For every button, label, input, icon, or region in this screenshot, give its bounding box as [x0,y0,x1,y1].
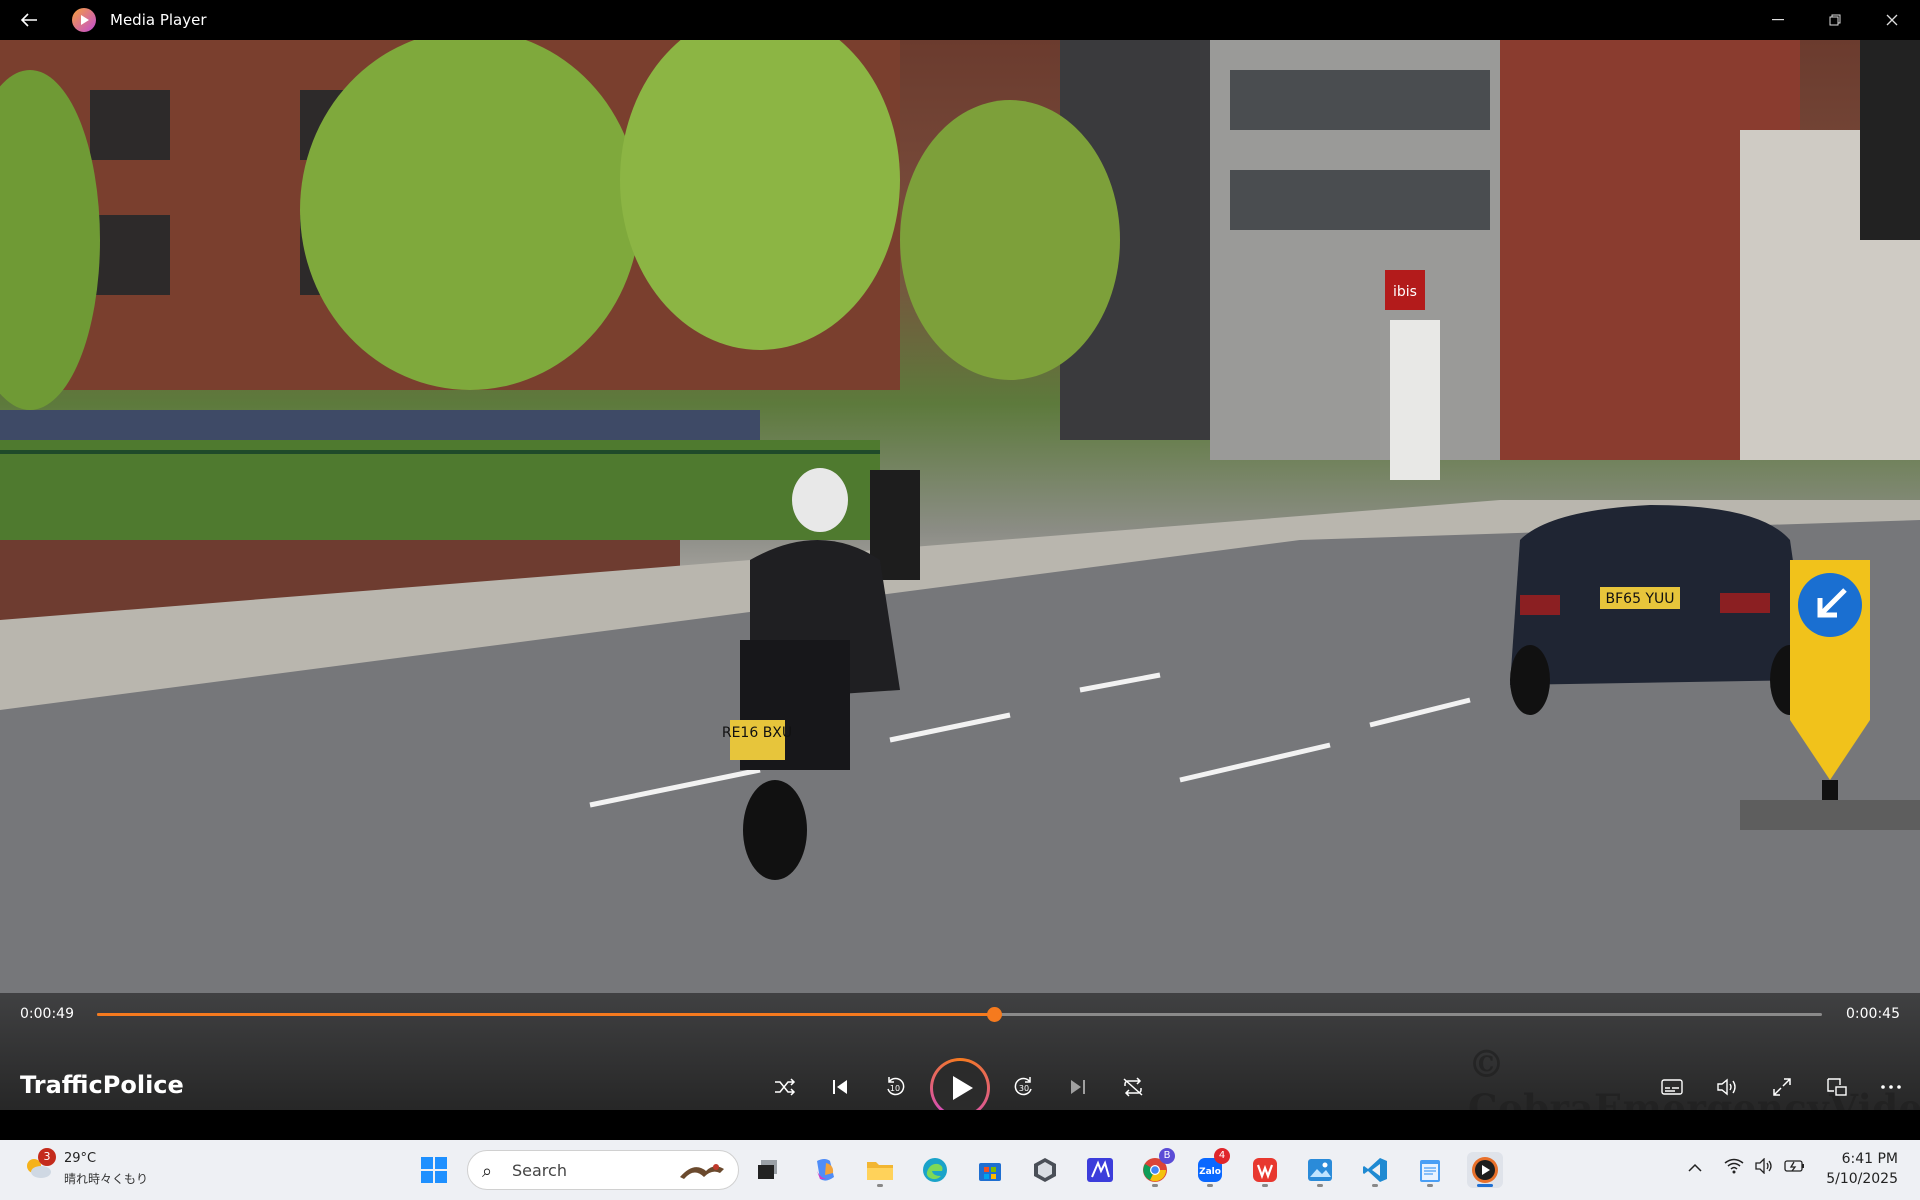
search-box[interactable]: ⌕ Search [467,1150,739,1190]
forward-30-icon[interactable]: 30 [1006,1069,1042,1105]
more-icon[interactable] [1873,1069,1909,1105]
store-icon[interactable] [972,1152,1008,1188]
blue-app-icon[interactable] [1082,1152,1118,1188]
search-placeholder: Search [512,1161,567,1180]
minimize-icon[interactable] [1749,0,1806,40]
repeat-icon[interactable] [1115,1069,1151,1105]
wps-icon[interactable] [1247,1152,1283,1188]
seek-bar[interactable] [97,1013,1822,1016]
speaker-icon[interactable] [1754,1157,1774,1178]
running-indicator [1317,1184,1323,1187]
svg-text:Zalo: Zalo [1199,1167,1221,1177]
photos-icon[interactable] [1302,1152,1338,1188]
media-player-app-icon [72,8,96,32]
chrome-icon[interactable]: B [1137,1148,1175,1188]
subtitles-icon[interactable] [1654,1069,1690,1105]
media-title: TrafficPolice [20,1071,184,1099]
close-icon[interactable] [1863,0,1920,40]
total-time: 0:00:45 [1846,1006,1900,1022]
previous-icon[interactable] [822,1069,858,1105]
media-player-icon[interactable] [1467,1152,1503,1188]
svg-text:10: 10 [890,1084,900,1093]
taskbar: 3 29°C 晴れ時々くもり ⌕ Search B Zalo 4 6:41 PM… [0,1140,1920,1200]
hexagon-icon[interactable] [1027,1152,1063,1188]
current-time: 0:00:49 [20,1006,74,1022]
fullscreen-icon[interactable] [1764,1069,1800,1105]
search-highlight-icon [680,1164,724,1179]
chevron-up-icon[interactable] [1688,1158,1702,1177]
running-indicator [1262,1184,1268,1187]
zalo-icon[interactable]: Zalo 4 [1192,1148,1230,1188]
weather-badge: 3 [38,1148,56,1166]
mini-player-icon[interactable] [1819,1069,1855,1105]
task-view-icon[interactable] [750,1152,786,1188]
copilot-icon[interactable] [807,1152,843,1188]
battery-charging-icon[interactable] [1784,1158,1806,1178]
search-icon: ⌕ [482,1161,493,1182]
running-indicator [1152,1184,1158,1187]
weather-condition: 晴れ時々くもり [64,1172,149,1186]
play-button[interactable] [930,1058,990,1118]
clock-time: 6:41 PM [1841,1151,1898,1167]
seek-thumb[interactable] [986,1007,1002,1022]
windows-icon[interactable] [416,1152,452,1188]
chrome-badge: B [1159,1148,1175,1164]
restore-icon[interactable] [1806,0,1863,40]
motorbike-plate: RE16 BXU [722,725,792,741]
zalo-badge: 4 [1214,1148,1230,1164]
volume-icon[interactable] [1709,1069,1745,1105]
next-icon[interactable] [1060,1069,1096,1105]
back-arrow-icon[interactable] [0,0,58,40]
clock-date: 5/10/2025 [1826,1171,1898,1187]
weather-widget[interactable]: 3 29°C 晴れ時々くもり [22,1148,182,1192]
svg-text:30: 30 [1019,1084,1029,1093]
running-indicator [1427,1184,1433,1187]
clock[interactable]: 6:41 PM 5/10/2025 [1826,1149,1898,1189]
running-indicator [877,1184,883,1187]
window-bottom-edge [0,1110,1920,1140]
hotel-sign: ibis [1393,284,1417,300]
shuffle-icon[interactable] [767,1069,803,1105]
seek-bar-progress [97,1013,994,1016]
video-frame[interactable]: ibis RE16 BXU BF65 YUU [0,40,1920,1110]
vscode-icon[interactable] [1357,1152,1393,1188]
running-indicator [1207,1184,1213,1187]
notepad-icon[interactable] [1412,1152,1448,1188]
running-indicator [1372,1184,1378,1187]
window-title: Media Player [110,11,207,29]
folder-icon[interactable] [862,1152,898,1188]
play-icon [933,1061,987,1115]
video-scene: ibis RE16 BXU BF65 YUU [0,40,1920,1110]
active-indicator [1477,1184,1493,1187]
rewind-10-icon[interactable]: 10 [877,1069,913,1105]
car-plate: BF65 YUU [1606,591,1675,607]
weather-temperature: 29°C [64,1151,97,1166]
edge-icon[interactable] [917,1152,953,1188]
wifi-icon[interactable] [1724,1158,1744,1178]
title-bar: Media Player [0,0,1920,40]
